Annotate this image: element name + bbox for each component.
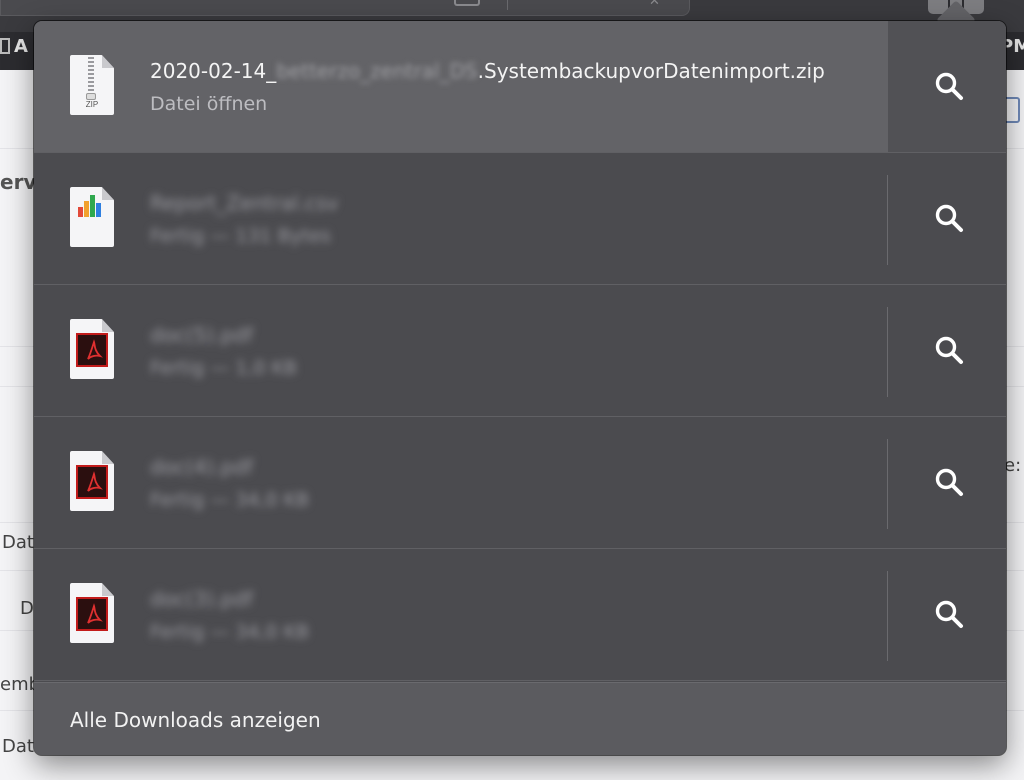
bg-label: e: xyxy=(1004,455,1022,476)
bookmark-item[interactable]: A xyxy=(0,36,28,57)
document-icon xyxy=(0,38,10,54)
download-filename: 2020-02-14_betterzo_zentral_DS.Systembac… xyxy=(150,59,825,83)
numbers-file-icon xyxy=(70,187,114,247)
bg-label: Dat xyxy=(2,532,34,553)
magnifier-icon xyxy=(935,336,963,364)
downloads-popover: ZIP 2020-02-14_betterzo_zentral_DS.Syste… xyxy=(34,21,1006,755)
show-all-label: Alle Downloads anzeigen xyxy=(70,708,321,732)
clear-icon[interactable]: ✕ xyxy=(649,0,660,9)
magnifier-icon xyxy=(935,468,963,496)
download-status: Fertig — 34,0 KB xyxy=(150,621,310,643)
download-status: Fertig — 34,0 KB xyxy=(150,489,310,511)
zip-file-icon: ZIP xyxy=(70,55,114,115)
download-item[interactable]: doc(5).pdf Fertig — 1,0 KB xyxy=(34,285,1006,417)
reveal-in-finder-button[interactable] xyxy=(888,417,1006,548)
reader-icon[interactable] xyxy=(454,0,480,6)
magnifier-icon xyxy=(935,72,963,100)
download-item[interactable]: doc(4).pdf Fertig — 34,0 KB xyxy=(34,417,1006,549)
download-status: Fertig — 131 Bytes xyxy=(150,225,331,247)
download-filename: Report_Zentral.csv xyxy=(150,191,339,215)
show-all-downloads-button[interactable]: Alle Downloads anzeigen xyxy=(34,682,1006,755)
download-status: Fertig — 1,0 KB xyxy=(150,357,298,379)
reveal-in-finder-button[interactable] xyxy=(888,549,1006,680)
download-filename: doc(5).pdf xyxy=(150,323,254,347)
magnifier-icon xyxy=(935,600,963,628)
download-item[interactable]: ZIP 2020-02-14_betterzo_zentral_DS.Syste… xyxy=(34,21,1006,153)
magnifier-icon xyxy=(935,204,963,232)
bg-heading: erv xyxy=(0,170,37,194)
address-bar-separator xyxy=(507,0,508,10)
download-filename: doc(4).pdf xyxy=(150,455,254,479)
pdf-file-icon xyxy=(70,319,114,379)
download-item[interactable]: doc(3).pdf Fertig — 34,0 KB xyxy=(34,549,1006,681)
reveal-in-finder-button[interactable] xyxy=(888,21,1006,152)
bg-label: D xyxy=(20,598,34,619)
address-bar[interactable]: ✕ xyxy=(0,0,690,16)
reveal-in-finder-button[interactable] xyxy=(888,153,1006,284)
pdf-file-icon xyxy=(70,583,114,643)
bookmark-label: A xyxy=(14,36,28,57)
download-filename: doc(3).pdf xyxy=(150,587,254,611)
bg-label: Dat xyxy=(2,736,34,757)
download-status[interactable]: Datei öffnen xyxy=(150,93,267,115)
download-item[interactable]: Report_Zentral.csv Fertig — 131 Bytes xyxy=(34,153,1006,285)
reveal-in-finder-button[interactable] xyxy=(888,285,1006,416)
pdf-file-icon xyxy=(70,451,114,511)
